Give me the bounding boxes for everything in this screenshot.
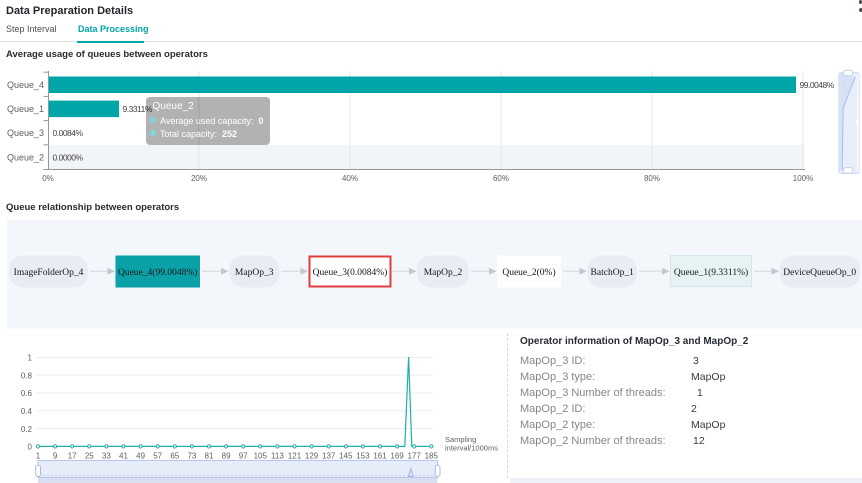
svg-text:0.4: 0.4 <box>21 407 33 416</box>
svg-text:Queue_1(9.3311%): Queue_1(9.3311%) <box>674 267 748 278</box>
svg-text:20%: 20% <box>191 174 207 183</box>
svg-text:DeviceQueueOp_0: DeviceQueueOp_0 <box>783 268 856 278</box>
svg-text:Queue_1: Queue_1 <box>7 104 44 114</box>
svg-text:129: 129 <box>305 452 319 461</box>
svg-text:25: 25 <box>85 452 94 461</box>
svg-text:0.6: 0.6 <box>21 389 33 398</box>
svg-text:Queue_2: Queue_2 <box>7 152 44 162</box>
svg-text:49: 49 <box>136 452 145 461</box>
svg-text:185: 185 <box>425 452 439 461</box>
svg-text:57: 57 <box>153 452 162 461</box>
svg-text:97: 97 <box>239 452 248 461</box>
svg-text:Queue_2(0%): Queue_2(0%) <box>502 267 555 278</box>
svg-text:33: 33 <box>102 452 111 461</box>
svg-text:Queue_4: Queue_4 <box>7 80 44 90</box>
svg-text:ImageFolderOp_4: ImageFolderOp_4 <box>14 268 84 278</box>
svg-text:73: 73 <box>187 452 196 461</box>
svg-text:161: 161 <box>373 452 387 461</box>
svg-text:105: 105 <box>254 452 268 461</box>
svg-text:100%: 100% <box>793 174 813 183</box>
svg-text:interval/1000ms: interval/1000ms <box>445 444 498 453</box>
svg-text:60%: 60% <box>493 174 509 183</box>
svg-text:0: 0 <box>28 443 33 452</box>
svg-text:169: 169 <box>390 452 404 461</box>
svg-text:99.0048%: 99.0048% <box>800 80 835 90</box>
svg-text:Queue_3(0.0084%): Queue_3(0.0084%) <box>313 267 388 278</box>
svg-text:177: 177 <box>408 452 422 461</box>
svg-text:80%: 80% <box>644 174 660 183</box>
svg-text:MapOp_2: MapOp_2 <box>424 268 463 278</box>
svg-text:81: 81 <box>205 452 214 461</box>
svg-text:17: 17 <box>68 452 77 461</box>
svg-text:BatchOp_1: BatchOp_1 <box>591 268 635 278</box>
svg-text:121: 121 <box>288 452 302 461</box>
svg-text:0%: 0% <box>42 174 54 183</box>
svg-text:113: 113 <box>271 452 284 461</box>
svg-text:Queue_3: Queue_3 <box>7 128 44 138</box>
svg-text:0.8: 0.8 <box>21 371 33 380</box>
svg-text:9: 9 <box>53 452 58 461</box>
svg-text:1: 1 <box>36 452 41 461</box>
svg-text:89: 89 <box>222 452 231 461</box>
svg-text:41: 41 <box>119 452 128 461</box>
svg-text:0.0084%: 0.0084% <box>53 128 84 138</box>
svg-text:0.2: 0.2 <box>21 425 33 434</box>
svg-text:137: 137 <box>322 452 336 461</box>
svg-text:153: 153 <box>356 452 370 461</box>
svg-text:1: 1 <box>28 354 33 363</box>
svg-text:40%: 40% <box>342 174 358 183</box>
svg-text:65: 65 <box>170 452 179 461</box>
svg-text:Queue_4(99.0048%): Queue_4(99.0048%) <box>118 267 197 278</box>
svg-text:MapOp_3: MapOp_3 <box>235 268 274 278</box>
svg-text:0.0000%: 0.0000% <box>53 152 84 162</box>
svg-text:145: 145 <box>339 452 353 461</box>
